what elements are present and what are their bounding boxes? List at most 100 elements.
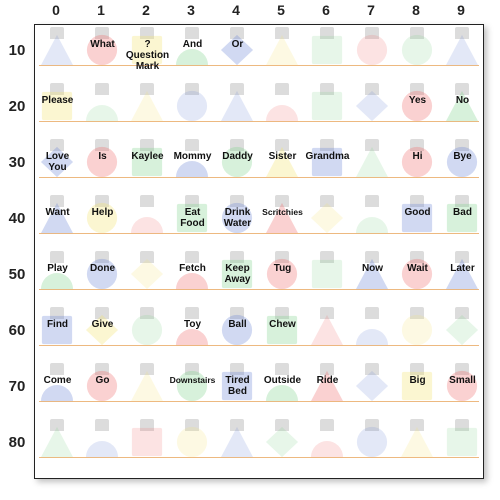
- empty-slot: [170, 81, 215, 137]
- square-icon: [128, 425, 166, 459]
- word-button[interactable]: Small: [440, 361, 484, 417]
- empty-slot: [350, 417, 395, 473]
- word-button[interactable]: Done: [80, 249, 125, 305]
- empty-slot: [125, 193, 170, 249]
- word-button[interactable]: Find: [35, 305, 80, 361]
- triangle-icon: [218, 425, 256, 459]
- word-button[interactable]: Bye: [440, 137, 484, 193]
- word-button[interactable]: Want: [35, 193, 80, 249]
- triangle-icon: [38, 425, 76, 459]
- empty-slot: [305, 25, 350, 81]
- word-button[interactable]: Grandma: [305, 137, 350, 193]
- diamond-icon: [308, 201, 346, 235]
- empty-slot: [125, 81, 170, 137]
- word-button[interactable]: Give: [80, 305, 125, 361]
- word-button[interactable]: Ball: [215, 305, 260, 361]
- word-button[interactable]: Chew: [260, 305, 305, 361]
- word-button[interactable]: Sister: [260, 137, 305, 193]
- circle-icon: [173, 425, 211, 459]
- word-label: ? Question Mark: [124, 39, 171, 72]
- square-icon: [443, 425, 481, 459]
- word-button[interactable]: Mommy: [170, 137, 215, 193]
- word-label: Find: [34, 319, 81, 330]
- word-button[interactable]: Tired Bed: [215, 361, 260, 417]
- word-button[interactable]: Come: [35, 361, 80, 417]
- word-label: Now: [349, 263, 396, 274]
- word-button[interactable]: And: [170, 25, 215, 81]
- empty-slot: [440, 25, 484, 81]
- word-button[interactable]: Eat Food: [170, 193, 215, 249]
- row-label-80: 80: [0, 434, 34, 451]
- col-label-5: 5: [259, 2, 303, 18]
- word-label: Downstairs: [169, 375, 216, 386]
- word-label: Kaylee: [124, 151, 171, 162]
- word-button[interactable]: Bad: [440, 193, 484, 249]
- word-button[interactable]: Is: [80, 137, 125, 193]
- word-label: Or: [214, 39, 261, 50]
- empty-slot: [80, 417, 125, 473]
- word-button[interactable]: Later: [440, 249, 484, 305]
- empty-slot: [125, 361, 170, 417]
- empty-slot: [125, 417, 170, 473]
- word-button[interactable]: Good: [395, 193, 440, 249]
- word-button[interactable]: Or: [215, 25, 260, 81]
- word-button[interactable]: ? Question Mark: [125, 25, 170, 81]
- word-button[interactable]: Love You: [35, 137, 80, 193]
- triangle-icon: [308, 313, 346, 347]
- halfcircle-icon: [308, 425, 346, 459]
- board-row-10: What? Question MarkAndOr: [35, 25, 483, 81]
- col-label-8: 8: [394, 2, 438, 18]
- word-button[interactable]: Yes: [395, 81, 440, 137]
- word-button[interactable]: Play: [35, 249, 80, 305]
- col-label-3: 3: [169, 2, 213, 18]
- circle-icon: [398, 33, 436, 67]
- word-button[interactable]: Outside: [260, 361, 305, 417]
- word-button[interactable]: Go: [80, 361, 125, 417]
- empty-slot: [305, 193, 350, 249]
- word-label: Grandma: [304, 151, 351, 162]
- word-label: No: [439, 95, 484, 106]
- word-label: Give: [79, 319, 126, 330]
- board-row-80: [35, 417, 483, 473]
- triangle-icon: [443, 33, 481, 67]
- empty-slot: [260, 417, 305, 473]
- row-label-10: 10: [0, 42, 34, 59]
- word-button[interactable]: Keep Away: [215, 249, 260, 305]
- word-button[interactable]: Downstairs: [170, 361, 215, 417]
- word-button[interactable]: Please: [35, 81, 80, 137]
- word-button[interactable]: Drink Water: [215, 193, 260, 249]
- word-button[interactable]: Tug: [260, 249, 305, 305]
- empty-slot: [215, 81, 260, 137]
- row-label-50: 50: [0, 266, 34, 283]
- word-button[interactable]: Big: [395, 361, 440, 417]
- empty-slot: [35, 417, 80, 473]
- word-button[interactable]: Daddy: [215, 137, 260, 193]
- col-label-2: 2: [124, 2, 168, 18]
- word-button[interactable]: Hi: [395, 137, 440, 193]
- empty-slot: [305, 417, 350, 473]
- word-button[interactable]: What: [80, 25, 125, 81]
- empty-slot: [260, 25, 305, 81]
- word-button[interactable]: Ride: [305, 361, 350, 417]
- word-button[interactable]: Fetch: [170, 249, 215, 305]
- row-label-70: 70: [0, 378, 34, 395]
- word-button[interactable]: Wait: [395, 249, 440, 305]
- word-button[interactable]: Now: [350, 249, 395, 305]
- word-label: Drink Water: [214, 207, 261, 229]
- col-label-4: 4: [214, 2, 258, 18]
- halfcircle-icon: [128, 201, 166, 235]
- triangle-icon: [128, 369, 166, 403]
- word-button[interactable]: No: [440, 81, 484, 137]
- word-button[interactable]: Toy: [170, 305, 215, 361]
- word-label: Ride: [304, 375, 351, 386]
- word-label: Toy: [169, 319, 216, 330]
- word-label: Done: [79, 263, 126, 274]
- board-row-20: Please YesNo: [35, 81, 483, 137]
- word-label: Outside: [259, 375, 306, 386]
- word-button[interactable]: Kaylee: [125, 137, 170, 193]
- square-icon: [308, 89, 346, 123]
- word-button[interactable]: Scritchies: [260, 193, 305, 249]
- word-button[interactable]: Help: [80, 193, 125, 249]
- empty-slot: [350, 25, 395, 81]
- word-label: Ball: [214, 319, 261, 330]
